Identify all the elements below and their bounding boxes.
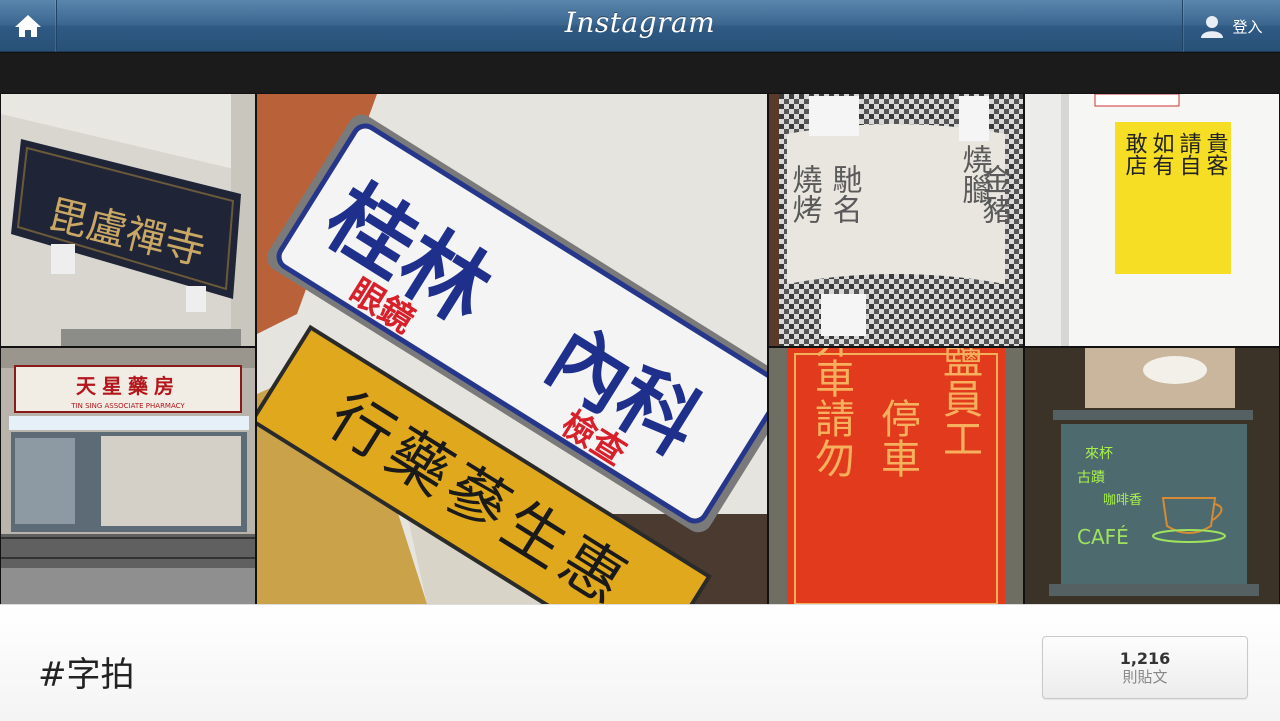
tag-footer: #字拍 1,216 則貼文 bbox=[0, 604, 1280, 721]
pharmacy-romanized: TIN SING ASSOCIATE PHARMACY bbox=[70, 402, 185, 410]
cafe-text-a: 來杯 bbox=[1085, 446, 1113, 462]
pharmacy-name: 天星藥房 bbox=[76, 374, 180, 398]
login-button[interactable]: 登入 bbox=[1182, 0, 1280, 52]
photo-cafe-window[interactable]: 來杯 古蹟 咖啡香 CAFÉ bbox=[1025, 348, 1279, 604]
photo-temple-plaque[interactable]: 毘盧禪寺 bbox=[1, 94, 255, 346]
notice-line-1: 貴客 bbox=[1203, 132, 1229, 176]
red-sign-col-1: 外車請勿 bbox=[808, 348, 854, 478]
user-icon bbox=[1201, 16, 1224, 38]
cafe-text-b: 古蹟 bbox=[1077, 470, 1105, 486]
login-label: 登入 bbox=[1232, 17, 1263, 36]
photo-notice-board[interactable]: 貴客 請自 如有 敢店 bbox=[1025, 94, 1279, 346]
hashtag-title: #字拍 bbox=[38, 655, 135, 695]
pillar-text-b: 馳名 bbox=[827, 164, 862, 224]
post-count: 1,216 bbox=[1119, 649, 1171, 668]
instagram-logo[interactable]: Instagram bbox=[0, 6, 1280, 39]
cafe-text-c: 咖啡香 bbox=[1103, 493, 1142, 508]
pillar-text-d: 燒烤 bbox=[787, 164, 822, 224]
cafe-text-d: CAFÉ bbox=[1077, 525, 1129, 549]
notice-line-2: 請自 bbox=[1176, 132, 1202, 176]
photo-pharmacy-storefront[interactable]: 天星藥房 TIN SING ASSOCIATE PHARMACY bbox=[1, 348, 255, 604]
photo-red-parking-sign[interactable]: 外車請勿 停車 台鹽員工 bbox=[769, 348, 1023, 604]
photo-eyewear-sign[interactable]: 桂林 眼鏡 內科 檢查 行藥蔘生惠 bbox=[257, 94, 767, 604]
pillar-text-c: 金豬 bbox=[977, 164, 1013, 224]
photo-bbq-pillar[interactable]: 燒臘 馳名 金豬 燒烤 bbox=[769, 94, 1023, 346]
top-nav-bar: Instagram 登入 bbox=[0, 0, 1280, 52]
notice-line-3: 如有 bbox=[1149, 132, 1175, 176]
post-count-label: 則貼文 bbox=[1122, 668, 1168, 686]
red-sign-col-3: 台鹽員工 bbox=[936, 348, 982, 458]
post-count-button[interactable]: 1,216 則貼文 bbox=[1042, 636, 1248, 699]
header-spacer bbox=[0, 53, 1280, 93]
notice-line-4: 敢店 bbox=[1122, 132, 1148, 176]
red-sign-col-2: 停車 bbox=[874, 398, 920, 478]
photo-grid: 毘盧禪寺 桂林 眼鏡 內科 檢查 行藥蔘生惠 燒臘 馳名 金豬 燒烤 貴客 請自… bbox=[0, 93, 1280, 604]
